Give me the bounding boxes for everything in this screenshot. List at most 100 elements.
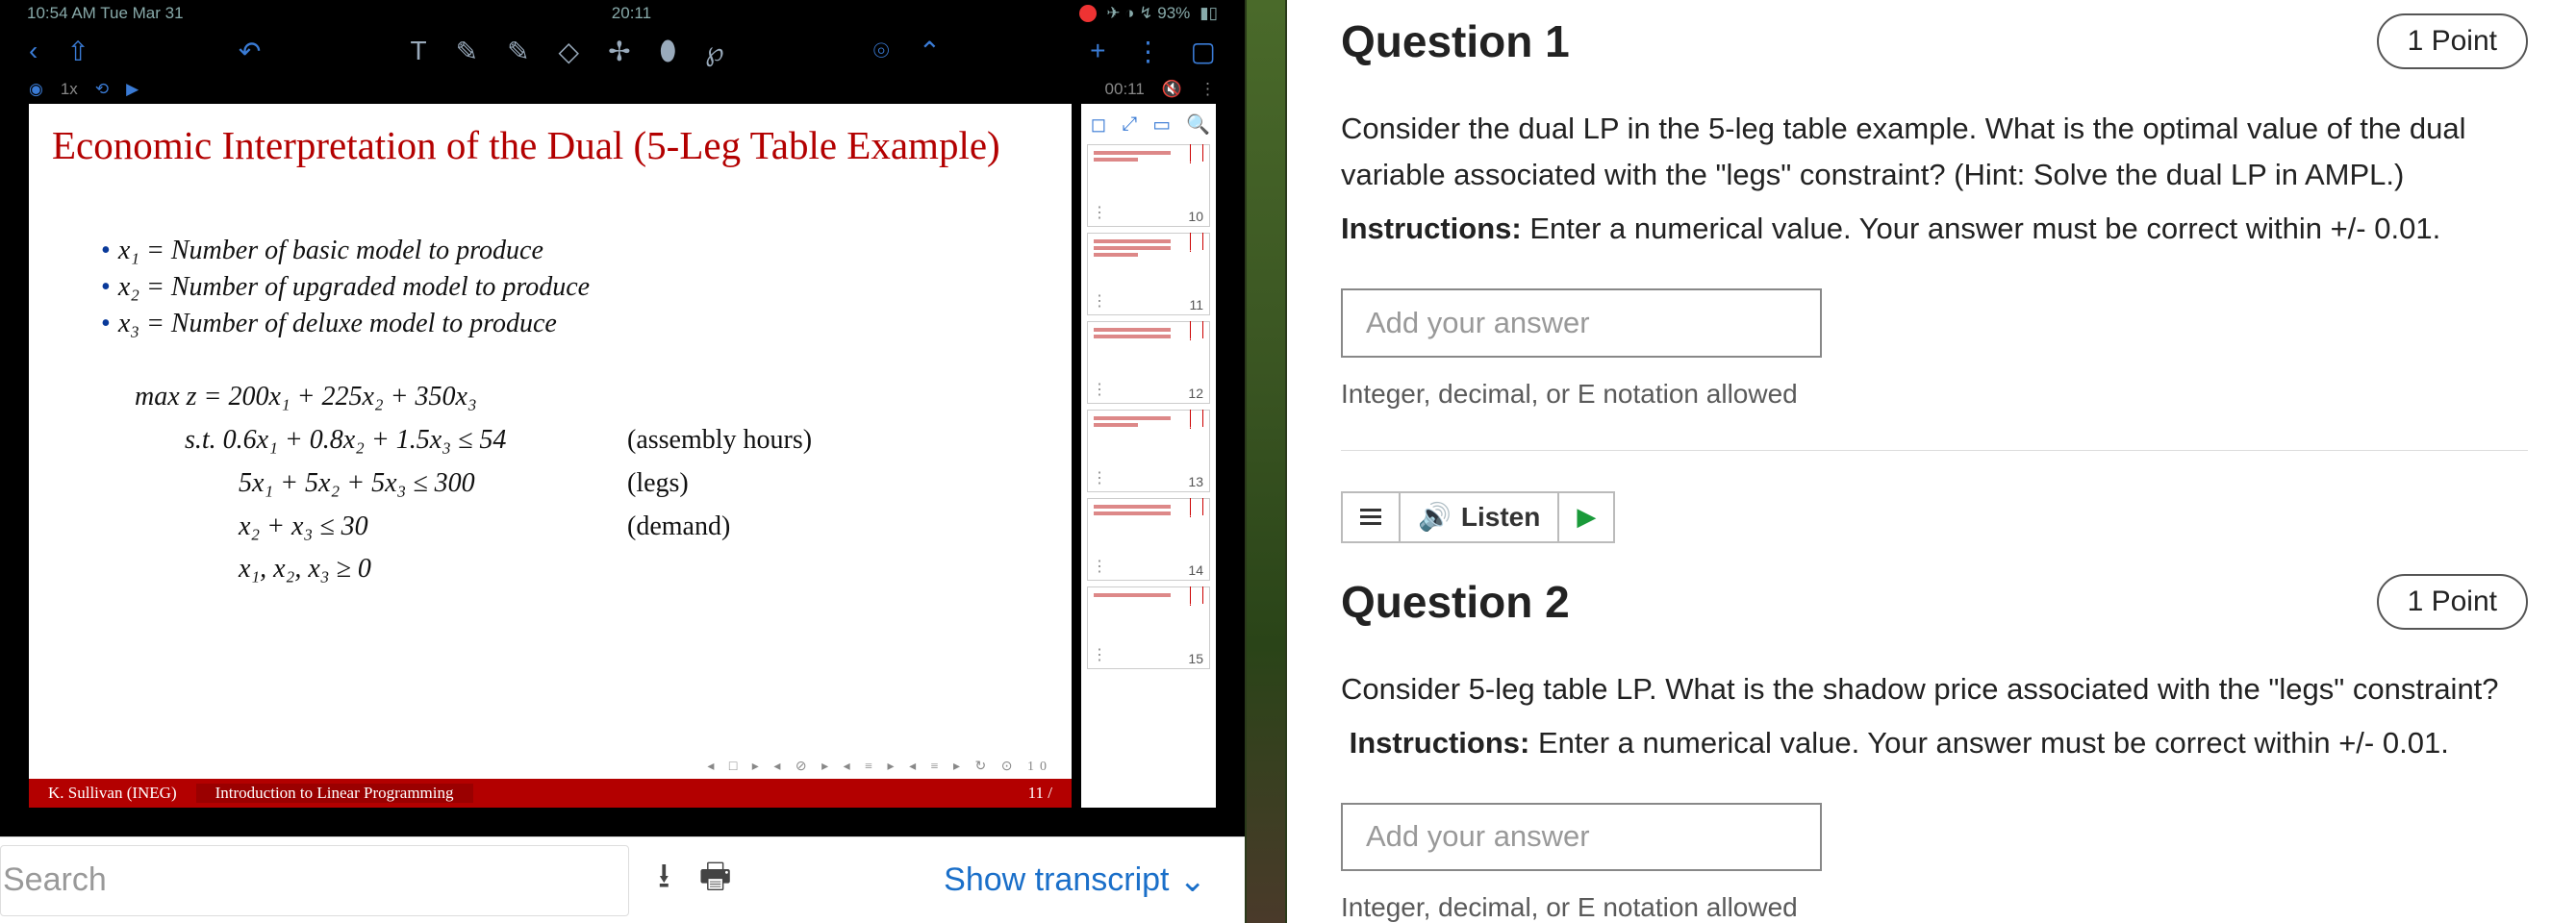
ipad-playback-bar: ◉ 1x ⟲ ▶ 00:11 🔇 ⋮	[0, 75, 1245, 104]
constraint-2-label: (legs)	[627, 462, 689, 506]
record-icon[interactable]: ◉	[29, 80, 43, 99]
slide-footer: K. Sullivan (INEG) Introduction to Linea…	[29, 779, 1072, 808]
share-icon[interactable]: ⇧	[66, 36, 88, 67]
text-tool-icon[interactable]: T	[410, 36, 426, 66]
ipad-capture: 10:54 AM Tue Mar 31 20:11 ✈ ◑ ↯ 93% ▮▯ ‹…	[0, 0, 1245, 836]
mic-icon[interactable]: ⌾	[873, 36, 890, 67]
thumb-bookmark-icon[interactable]: ◻	[1091, 112, 1107, 137]
footer-page: 11 /	[1009, 784, 1072, 803]
download-icon[interactable]: ⭳	[658, 851, 670, 910]
slide-thumbnails: ◻ ⤢ ▭ 🔍 ⋮ ⋮ ⋮ ⋮ ⋮ ⋮	[1081, 104, 1216, 808]
settings-dots-icon[interactable]: ⋮	[1200, 80, 1216, 99]
thumbnail[interactable]: ⋮	[1087, 144, 1210, 227]
question-2-title: Question 2	[1341, 576, 1570, 628]
question-2-points: 1 Point	[2377, 574, 2528, 630]
bullet-1: x₁ = Number of basic model to produce	[118, 236, 543, 265]
constraint-3-label: (demand)	[627, 506, 730, 549]
thumb-menu-icon[interactable]: ⋮	[1092, 557, 1107, 576]
bookmark-icon	[1190, 321, 1203, 340]
speed-label[interactable]: 1x	[61, 80, 78, 99]
constraint-1: s.t. 0.6x₁ + 0.8x₂ + 1.5x₃ ≤ 54	[185, 419, 569, 462]
bookmark-icon	[1190, 233, 1203, 252]
listen-button[interactable]: 🔊 Listen	[1401, 493, 1559, 541]
video-controls-bar: Search ⭳ 🖶 Show transcript ⌄	[0, 836, 1245, 923]
thumb-search-icon[interactable]: 🔍	[1186, 112, 1210, 137]
slide-title: Economic Interpretation of the Dual (5-L…	[29, 104, 1072, 178]
question-1-header: Question 1 1 Point	[1341, 13, 2528, 69]
thumb-menu-icon[interactable]: ⋮	[1092, 380, 1107, 399]
pen-tool-icon[interactable]: ✎	[456, 36, 478, 67]
bullet-2: x₂ = Number of upgraded model to produce	[118, 272, 590, 302]
question-2-hint: Integer, decimal, or E notation allowed	[1341, 892, 2528, 923]
split-divider[interactable]	[1245, 0, 1287, 923]
thumbnail[interactable]: ⋮	[1087, 233, 1210, 315]
thumbnail[interactable]: ⋮	[1087, 586, 1210, 669]
question-2-answer-input[interactable]	[1341, 803, 1822, 871]
constraint-2: 5x₁ + 5x₂ + 5x₃ ≤ 300	[239, 462, 569, 506]
thumbnail[interactable]: ⋮	[1087, 321, 1210, 404]
bookmark-icon	[1190, 144, 1203, 163]
volume-icon[interactable]: 🔇	[1162, 80, 1182, 99]
add-icon[interactable]: +	[1090, 36, 1105, 66]
question-1-instructions: Instructions: Enter a numerical value. Y…	[1341, 206, 2528, 252]
question-1-text: Consider the dual LP in the 5-leg table …	[1341, 106, 2528, 198]
page-icon[interactable]: ▢	[1191, 36, 1216, 67]
thumb-expand-icon[interactable]: ⤢	[1122, 113, 1137, 136]
listen-menu-button[interactable]	[1343, 493, 1401, 541]
search-placeholder: Search	[1, 861, 107, 899]
thumbnail[interactable]: ⋮	[1087, 410, 1210, 492]
chevron-down-icon: ⌄	[1179, 861, 1207, 900]
more-menu-icon[interactable]: ⋮	[1135, 36, 1162, 67]
highlighter-tool-icon[interactable]: ✎	[507, 36, 529, 67]
question-1-points: 1 Point	[2377, 13, 2528, 69]
listen-row: 🔊 Listen ▶	[1341, 491, 2528, 543]
instructions-label: Instructions:	[1341, 212, 1522, 245]
print-icon[interactable]: 🖶	[699, 851, 732, 910]
back-icon[interactable]: ‹	[29, 36, 38, 66]
listen-label: Listen	[1461, 502, 1540, 533]
play-icon[interactable]: ▶	[126, 80, 139, 99]
ipad-status-bar: 10:54 AM Tue Mar 31 20:11 ✈ ◑ ↯ 93% ▮▯	[0, 0, 1245, 27]
constraint-1-label: (assembly hours)	[627, 419, 812, 462]
status-center: 20:11	[612, 4, 651, 23]
question-1-answer-input[interactable]	[1341, 288, 1822, 357]
rewind-icon[interactable]: ⟲	[95, 80, 109, 99]
instructions-text: Enter a numerical value. Your answer mus…	[1522, 212, 2440, 245]
footer-author: K. Sullivan (INEG)	[29, 784, 196, 803]
thumbnail[interactable]: ⋮	[1087, 498, 1210, 581]
status-battery: ✈ ◑ ↯ 93%	[1106, 4, 1190, 23]
listen-play-button[interactable]: ▶	[1559, 493, 1613, 541]
bookmark-icon	[1190, 410, 1203, 429]
chevron-up-icon[interactable]: ⌃	[919, 36, 941, 67]
question-1-title: Question 1	[1341, 15, 1570, 67]
eraser-tool-icon[interactable]: ◇	[559, 36, 580, 67]
undo-icon[interactable]: ↶	[239, 36, 261, 67]
thumb-menu-icon[interactable]: ⋮	[1092, 291, 1107, 311]
constraint-nonneg: x₁, x₂, x₃ ≥ 0	[239, 548, 623, 591]
speaker-icon: 🔊	[1418, 501, 1452, 533]
question-1-hint: Integer, decimal, or E notation allowed	[1341, 379, 2528, 410]
instructions-text: Enter a numerical value. Your answer mus…	[1529, 726, 2448, 760]
thumb-menu-icon[interactable]: ⋮	[1092, 468, 1107, 487]
question-2-text: Consider 5-leg table LP. What is the sha…	[1341, 666, 2528, 712]
lasso-tool-icon[interactable]: ⬮	[660, 36, 677, 67]
slide-body: •x₁ = Number of basic model to produce •…	[29, 178, 1072, 601]
instructions-label: Instructions:	[1350, 726, 1530, 760]
show-transcript-button[interactable]: Show transcript ⌄	[944, 861, 1245, 900]
quiz-pane: Question 1 1 Point Consider the dual LP …	[1287, 0, 2576, 923]
record-indicator-icon	[1079, 5, 1097, 22]
more-tool-icon[interactable]: ℘	[705, 36, 724, 67]
status-right: ✈ ◑ ↯ 93% ▮▯	[1079, 4, 1218, 23]
battery-icon: ▮▯	[1200, 4, 1218, 23]
thumb-menu-icon[interactable]: ⋮	[1092, 645, 1107, 664]
thumb-grid-icon[interactable]: ▭	[1152, 112, 1171, 137]
shapes-tool-icon[interactable]: ✢	[608, 36, 630, 67]
math-block: max z = 200x₁ + 225x₂ + 350x₃ s.t. 0.6x₁…	[101, 376, 1038, 591]
search-input[interactable]: Search	[0, 845, 629, 916]
objective: max z = 200x₁ + 225x₂ + 350x₃	[135, 376, 477, 419]
footer-course: Introduction to Linear Programming	[196, 784, 473, 803]
question-2-header: Question 2 1 Point	[1341, 574, 2528, 630]
bullet-3: x₃ = Number of deluxe model to produce	[118, 309, 557, 338]
thumb-menu-icon[interactable]: ⋮	[1092, 203, 1107, 222]
question-2-instructions: Instructions: Enter a numerical value. Y…	[1341, 720, 2528, 766]
